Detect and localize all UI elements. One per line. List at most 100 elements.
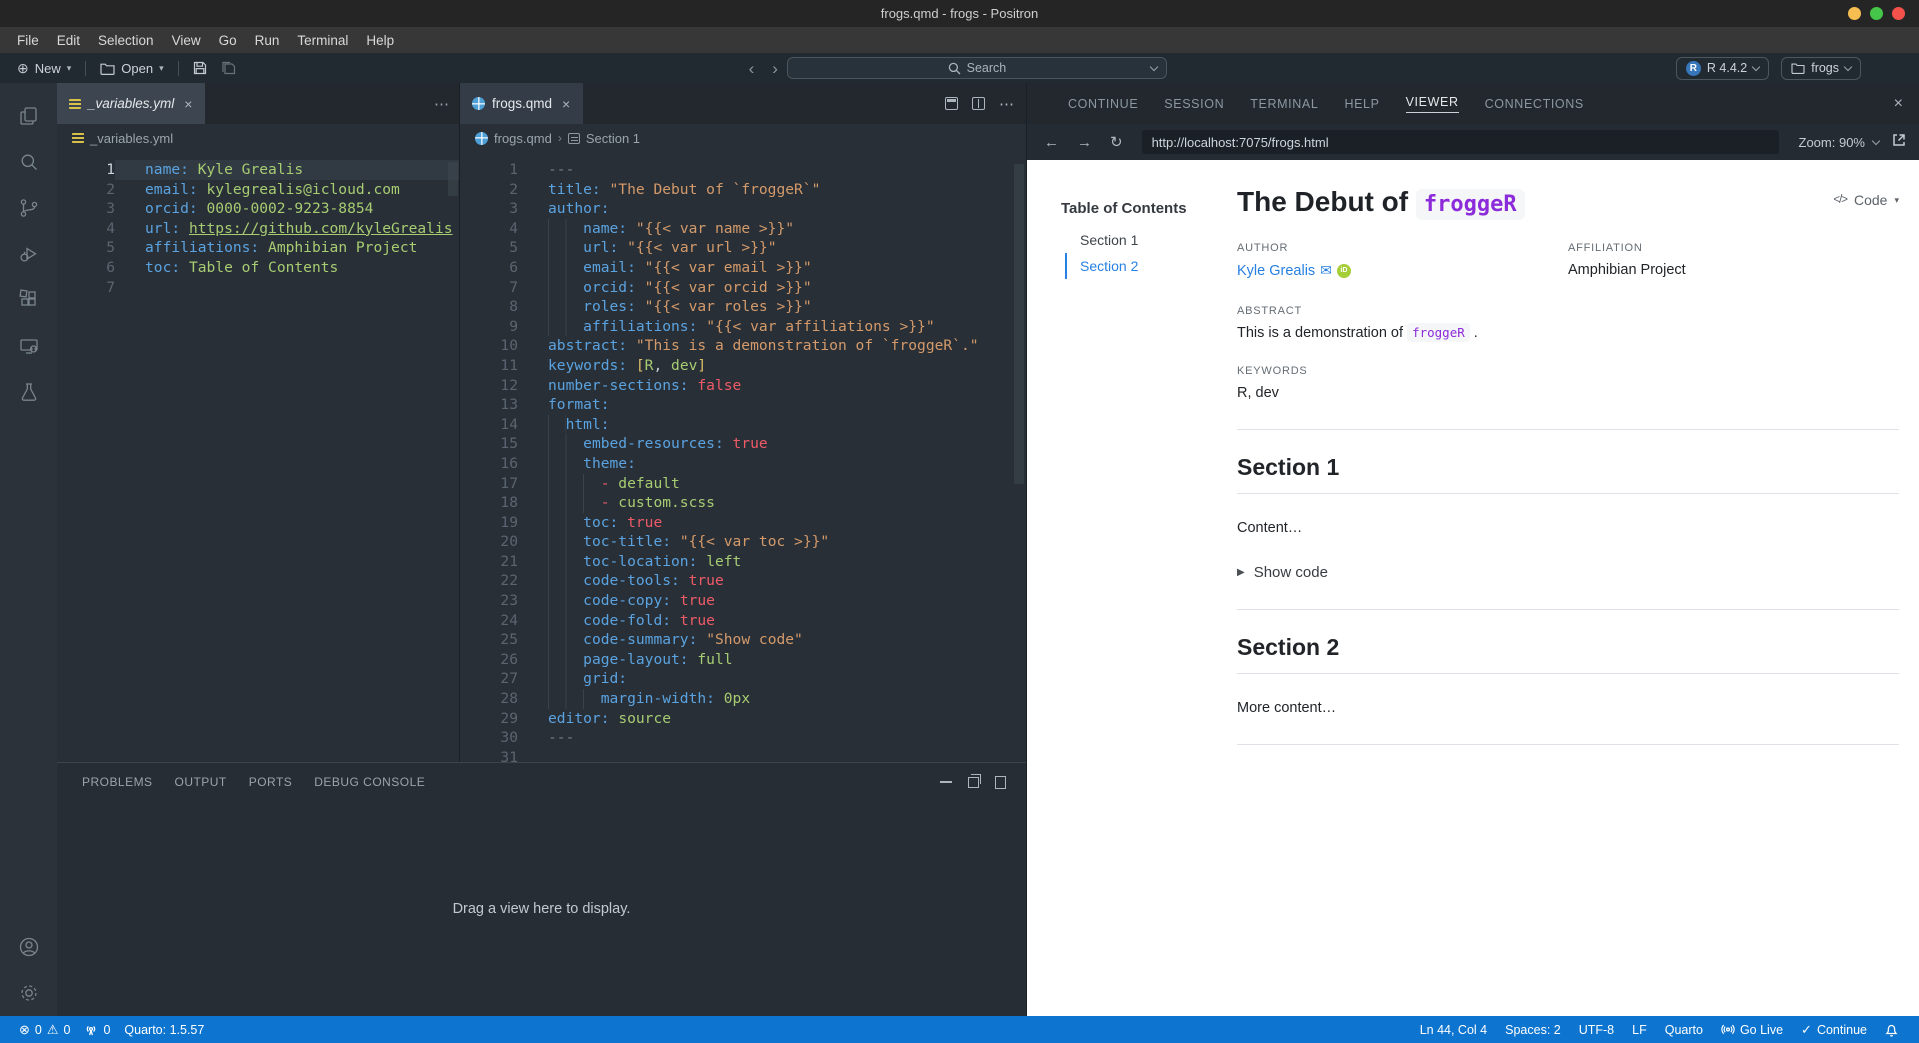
account-icon[interactable] bbox=[6, 924, 52, 970]
eol-status[interactable]: LF bbox=[1623, 1023, 1656, 1037]
testing-icon[interactable] bbox=[6, 369, 52, 415]
show-code-details[interactable]: ▶ Show code bbox=[1237, 564, 1899, 581]
problems-status[interactable]: ⊗ 0 ⚠ 0 bbox=[12, 1023, 77, 1037]
code-line[interactable]: 7 orcid: "{{< var orcid >}}" bbox=[460, 277, 1026, 298]
continue-button[interactable]: ✓ Continue bbox=[1792, 1023, 1876, 1037]
maximize-panel-icon[interactable] bbox=[995, 775, 1006, 789]
toc-item-section-2[interactable]: Section 2 bbox=[1065, 253, 1215, 279]
tab-ports[interactable]: PORTS bbox=[238, 775, 304, 789]
code-line[interactable]: 16 theme: bbox=[460, 453, 1026, 474]
breadcrumb[interactable]: frogs.qmd › Section 1 bbox=[460, 124, 1026, 152]
orcid-icon[interactable]: iD bbox=[1336, 263, 1351, 278]
code-line[interactable]: 29 editor: source bbox=[460, 709, 1026, 729]
open-external-icon[interactable] bbox=[1891, 132, 1907, 153]
tab-output[interactable]: OUTPUT bbox=[164, 775, 238, 789]
tab-variables-yml[interactable]: _variables.yml × bbox=[57, 83, 206, 124]
language-mode-status[interactable]: Quarto bbox=[1656, 1023, 1712, 1037]
breadcrumb[interactable]: _variables.yml bbox=[57, 124, 459, 152]
menu-selection[interactable]: Selection bbox=[89, 30, 163, 51]
code-line[interactable]: 20 toc-title: "{{< var toc >}}" bbox=[460, 532, 1026, 552]
history-forward-button[interactable]: › bbox=[763, 60, 787, 77]
explorer-icon[interactable] bbox=[6, 93, 52, 139]
code-line[interactable]: 14 html: bbox=[460, 414, 1026, 435]
menu-help[interactable]: Help bbox=[357, 30, 403, 51]
code-line[interactable]: 22 code-tools: true bbox=[460, 571, 1026, 592]
menu-terminal[interactable]: Terminal bbox=[288, 30, 357, 51]
code-line[interactable]: 19 toc: true bbox=[460, 512, 1026, 533]
code-line[interactable]: 25 code-summary: "Show code" bbox=[460, 630, 1026, 650]
encoding-status[interactable]: UTF-8 bbox=[1570, 1023, 1623, 1037]
menu-go[interactable]: Go bbox=[210, 30, 246, 51]
open-button[interactable]: Open ▾ bbox=[93, 59, 170, 78]
extensions-icon[interactable] bbox=[6, 277, 52, 323]
code-line[interactable]: 5 url: "{{< var url >}}" bbox=[460, 238, 1026, 258]
open-preview-icon[interactable] bbox=[945, 97, 958, 110]
menu-run[interactable]: Run bbox=[246, 30, 289, 51]
settings-gear-icon[interactable] bbox=[6, 970, 52, 1016]
code-line[interactable]: 31 bbox=[460, 748, 1026, 762]
close-icon[interactable]: × bbox=[181, 95, 195, 113]
toc-item-section-1[interactable]: Section 1 bbox=[1065, 227, 1215, 253]
minimize-panel-icon[interactable] bbox=[940, 781, 952, 783]
more-actions-icon[interactable]: ⋯ bbox=[999, 95, 1014, 113]
history-back-button[interactable]: ‹ bbox=[740, 60, 764, 77]
new-button[interactable]: ⊕ New ▾ bbox=[10, 59, 78, 78]
menu-file[interactable]: File bbox=[8, 30, 48, 51]
breadcrumb-symbol[interactable]: Section 1 bbox=[586, 131, 640, 146]
workspace-selector[interactable]: frogs bbox=[1781, 56, 1862, 80]
tab-continue[interactable]: CONTINUE bbox=[1055, 83, 1151, 124]
code-line[interactable]: 18 - custom.scss bbox=[460, 493, 1026, 513]
code-line[interactable]: 1 --- bbox=[460, 160, 1026, 180]
code-line[interactable]: 4 name: "{{< var name >}}" bbox=[460, 218, 1026, 239]
code-line[interactable]: 28 margin-width: 0px bbox=[460, 689, 1026, 709]
scrollbar-thumb[interactable] bbox=[1014, 164, 1024, 484]
code-line[interactable]: 23 code-copy: true bbox=[460, 591, 1026, 611]
tab-connections[interactable]: CONNECTIONS bbox=[1472, 83, 1597, 124]
code-line[interactable]: 30 --- bbox=[460, 728, 1026, 748]
code-editor-frogs-qmd[interactable]: 1 --- 2 title: "The Debut of `froggeR`" 3 aut… bbox=[460, 152, 1026, 762]
code-line[interactable]: 3 author: bbox=[460, 199, 1026, 219]
code-line[interactable]: 11 keywords: [R, dev] bbox=[460, 356, 1026, 376]
tab-help[interactable]: HELP bbox=[1331, 83, 1392, 124]
quarto-version-status[interactable]: Quarto: 1.5.57 bbox=[117, 1023, 211, 1037]
remote-explorer-icon[interactable] bbox=[6, 323, 52, 369]
more-actions-icon[interactable]: ⋯ bbox=[424, 83, 459, 124]
search-input[interactable]: Search bbox=[786, 57, 1167, 79]
indentation-status[interactable]: Spaces: 2 bbox=[1496, 1023, 1570, 1037]
source-control-icon[interactable] bbox=[6, 185, 52, 231]
code-line[interactable]: 4 url: https://github.com/kyleGrealis bbox=[57, 219, 459, 239]
code-tools-button[interactable]: </> Code ▾ bbox=[1833, 192, 1899, 208]
tab-debug-console[interactable]: DEBUG CONSOLE bbox=[303, 775, 436, 789]
go-live-button[interactable]: Go Live bbox=[1712, 1023, 1792, 1037]
code-line[interactable]: 8 roles: "{{< var roles >}}" bbox=[460, 297, 1026, 317]
code-line[interactable]: 13 format: bbox=[460, 395, 1026, 415]
nav-back-icon[interactable]: ← bbox=[1037, 134, 1066, 151]
code-line[interactable]: 7 bbox=[57, 278, 459, 298]
code-line[interactable]: 9 affiliations: "{{< var affiliations >}… bbox=[460, 316, 1026, 337]
code-line[interactable]: 3 orcid: 0000-0002-9223-8854 bbox=[57, 199, 459, 219]
menu-view[interactable]: View bbox=[163, 30, 210, 51]
save-button[interactable] bbox=[186, 59, 214, 77]
reload-icon[interactable]: ↻ bbox=[1103, 133, 1130, 151]
interpreter-selector[interactable]: R R 4.4.2 bbox=[1675, 56, 1770, 80]
code-line[interactable]: 12 number-sections: false bbox=[460, 376, 1026, 396]
maximize-light[interactable] bbox=[1870, 7, 1883, 20]
tab-session[interactable]: SESSION bbox=[1151, 83, 1237, 124]
code-line[interactable]: 17 - default bbox=[460, 473, 1026, 494]
code-line[interactable]: 1 name: Kyle Grealis bbox=[57, 160, 459, 180]
breadcrumb-file[interactable]: _variables.yml bbox=[90, 131, 173, 146]
breadcrumb-file[interactable]: frogs.qmd bbox=[494, 131, 552, 146]
cursor-position-status[interactable]: Ln 44, Col 4 bbox=[1411, 1023, 1496, 1037]
search-sidebar-icon[interactable] bbox=[6, 139, 52, 185]
url-field[interactable]: http://localhost:7075/frogs.html bbox=[1141, 130, 1779, 154]
ports-status[interactable]: 0 bbox=[77, 1023, 117, 1037]
code-line[interactable]: 26 page-layout: full bbox=[460, 649, 1026, 670]
close-panel-icon[interactable]: × bbox=[1894, 95, 1903, 113]
code-line[interactable]: 27 grid: bbox=[460, 669, 1026, 690]
notifications-bell[interactable] bbox=[1876, 1023, 1907, 1037]
code-line[interactable]: 6 toc: Table of Contents bbox=[57, 258, 459, 278]
code-line[interactable]: 2 email: kylegrealis@icloud.com bbox=[57, 180, 459, 200]
close-light[interactable] bbox=[1892, 7, 1905, 20]
code-line[interactable]: 21 toc-location: left bbox=[460, 551, 1026, 572]
tab-viewer[interactable]: VIEWER bbox=[1393, 83, 1472, 124]
